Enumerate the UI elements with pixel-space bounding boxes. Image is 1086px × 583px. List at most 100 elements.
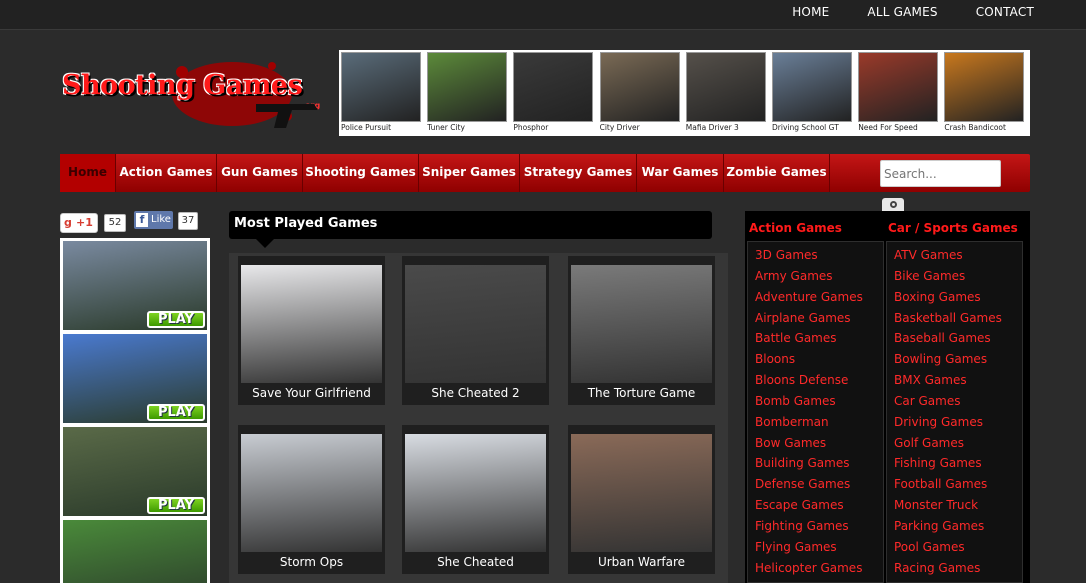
game-card[interactable]: Storm Ops	[238, 425, 385, 574]
nav-strategy-games[interactable]: Strategy Games	[520, 154, 637, 192]
category-heading-car-sports[interactable]: Car / Sports Games	[888, 221, 1018, 235]
category-link[interactable]: Escape Games	[755, 495, 863, 516]
game-image	[571, 434, 712, 552]
logo-text: Shooting Games	[62, 70, 303, 101]
play-button[interactable]: PLAY	[147, 404, 205, 421]
featured-game-label: Mafia Driver 3	[685, 123, 739, 132]
category-link[interactable]: Golf Games	[894, 433, 1002, 454]
search-icon	[890, 201, 897, 208]
category-link[interactable]: BMX Games	[894, 370, 1002, 391]
featured-game-thumb[interactable]: City Driver	[599, 52, 682, 134]
nav-action-games[interactable]: Action Games	[116, 154, 217, 192]
featured-game-label: Driving School GT	[772, 123, 839, 132]
facebook-like-count: 37	[178, 212, 198, 230]
category-link[interactable]: Bow Games	[755, 433, 863, 454]
featured-game-thumb[interactable]: Mafia Driver 3	[685, 52, 768, 134]
featured-game-label: Tuner City	[427, 123, 465, 132]
category-link[interactable]: Racing Games	[894, 558, 1002, 579]
game-card[interactable]: She Cheated	[402, 425, 549, 574]
gplus-button[interactable]: g +1	[60, 213, 98, 233]
nav-war-games[interactable]: War Games	[637, 154, 724, 192]
featured-game-thumb[interactable]: Phosphor	[513, 52, 595, 134]
category-link[interactable]: Fishing Games	[894, 453, 1002, 474]
left-games-column: PLAY PLAY PLAY PLAY	[60, 238, 210, 583]
pistol-icon	[256, 104, 318, 128]
category-link[interactable]: Monster Truck	[894, 495, 1002, 516]
facebook-like-button[interactable]: f Like	[134, 211, 173, 229]
game-card[interactable]: Urban Warfare	[568, 425, 715, 574]
featured-game-image	[341, 52, 421, 122]
top-nav-contact-link[interactable]: CONTACT	[976, 0, 1034, 30]
game-card[interactable]: The Torture Game	[568, 256, 715, 405]
nav-home[interactable]: Home	[60, 154, 116, 192]
category-link[interactable]: Army Games	[755, 266, 863, 287]
featured-game-thumb[interactable]: Need For Speed	[858, 52, 940, 134]
search-button[interactable]	[882, 198, 904, 212]
category-link[interactable]: Fighting Games	[755, 516, 863, 537]
category-link[interactable]: Bomberman	[755, 412, 863, 433]
category-list-action: 3D Games Army Games Adventure Games Airplan…	[755, 245, 863, 579]
category-link[interactable]: Battle Games	[755, 328, 863, 349]
top-bar: HOME ALL GAMES CONTACT	[0, 0, 1086, 30]
featured-game-thumb[interactable]: Tuner City	[427, 52, 509, 134]
category-link[interactable]: Driving Games	[894, 412, 1002, 433]
featured-game-thumb[interactable]: Driving School GT	[772, 52, 854, 134]
site-logo[interactable]: Shooting Games .org	[62, 62, 332, 132]
top-nav-home-link[interactable]: HOME	[792, 0, 829, 30]
game-image	[241, 434, 382, 552]
category-link[interactable]: Bowling Games	[894, 349, 1002, 370]
category-link[interactable]: Helicopter Games	[755, 558, 863, 579]
category-link[interactable]: Baseball Games	[894, 328, 1002, 349]
category-link[interactable]: Car Games	[894, 391, 1002, 412]
featured-game-image	[858, 52, 939, 122]
category-link[interactable]: Parking Games	[894, 516, 1002, 537]
game-card[interactable]: Save Your Girlfriend	[238, 256, 385, 405]
category-link[interactable]: Defense Games	[755, 474, 863, 495]
top-nav-all-games-link[interactable]: ALL GAMES	[867, 0, 937, 30]
category-link[interactable]: Building Games	[755, 453, 863, 474]
nav-gun-games[interactable]: Gun Games	[217, 154, 303, 192]
category-link[interactable]: ATV Games	[894, 245, 1002, 266]
featured-game-image	[772, 52, 852, 122]
play-button[interactable]: PLAY	[147, 311, 205, 328]
game-title: The Torture Game	[587, 386, 696, 400]
featured-game-label: Crash Bandicoot	[944, 123, 1006, 132]
gplus-count: 52	[104, 214, 126, 232]
game-card[interactable]: She Cheated 2	[402, 256, 549, 405]
game-image	[405, 434, 546, 552]
game-title: She Cheated 2	[431, 386, 520, 400]
game-title: Urban Warfare	[597, 555, 686, 569]
category-link[interactable]: Airplane Games	[755, 308, 863, 329]
left-game-thumb[interactable]: PLAY	[63, 427, 207, 516]
nav-zombie-games[interactable]: Zombie Games	[724, 154, 830, 192]
category-link[interactable]: Boxing Games	[894, 287, 1002, 308]
category-link[interactable]: Bike Games	[894, 266, 1002, 287]
category-link[interactable]: Flying Games	[755, 537, 863, 558]
category-link[interactable]: Adventure Games	[755, 287, 863, 308]
left-game-thumb[interactable]: PLAY	[63, 334, 207, 423]
featured-game-image	[427, 52, 508, 122]
featured-game-thumb[interactable]: Police Pursuit	[341, 52, 423, 134]
nav-shooting-games[interactable]: Shooting Games	[303, 154, 419, 192]
category-heading-action[interactable]: Action Games	[749, 221, 842, 235]
featured-game-thumb[interactable]: Crash Bandicoot	[944, 52, 1026, 134]
most-played-arrow	[256, 239, 274, 248]
category-link[interactable]: Bomb Games	[755, 391, 863, 412]
category-link[interactable]: Basketball Games	[894, 308, 1002, 329]
facebook-icon: f	[136, 213, 148, 227]
left-game-thumb[interactable]: PLAY	[63, 241, 207, 330]
search-input[interactable]	[880, 160, 1001, 187]
category-link[interactable]: Bloons	[755, 349, 863, 370]
top-nav: HOME ALL GAMES CONTACT	[754, 0, 1034, 30]
category-link[interactable]: Pool Games	[894, 537, 1002, 558]
featured-games-strip: Police Pursuit Tuner City Phosphor City Dri…	[339, 50, 1030, 136]
category-link[interactable]: 3D Games	[755, 245, 863, 266]
featured-game-image	[944, 52, 1025, 122]
featured-game-label: Need For Speed	[858, 123, 918, 132]
category-link[interactable]: Football Games	[894, 474, 1002, 495]
play-button[interactable]: PLAY	[147, 497, 205, 514]
left-game-thumb[interactable]: PLAY	[63, 520, 207, 583]
nav-sniper-games[interactable]: Sniper Games	[419, 154, 520, 192]
category-link[interactable]: Bloons Defense	[755, 370, 863, 391]
featured-game-label: Phosphor	[513, 123, 549, 132]
